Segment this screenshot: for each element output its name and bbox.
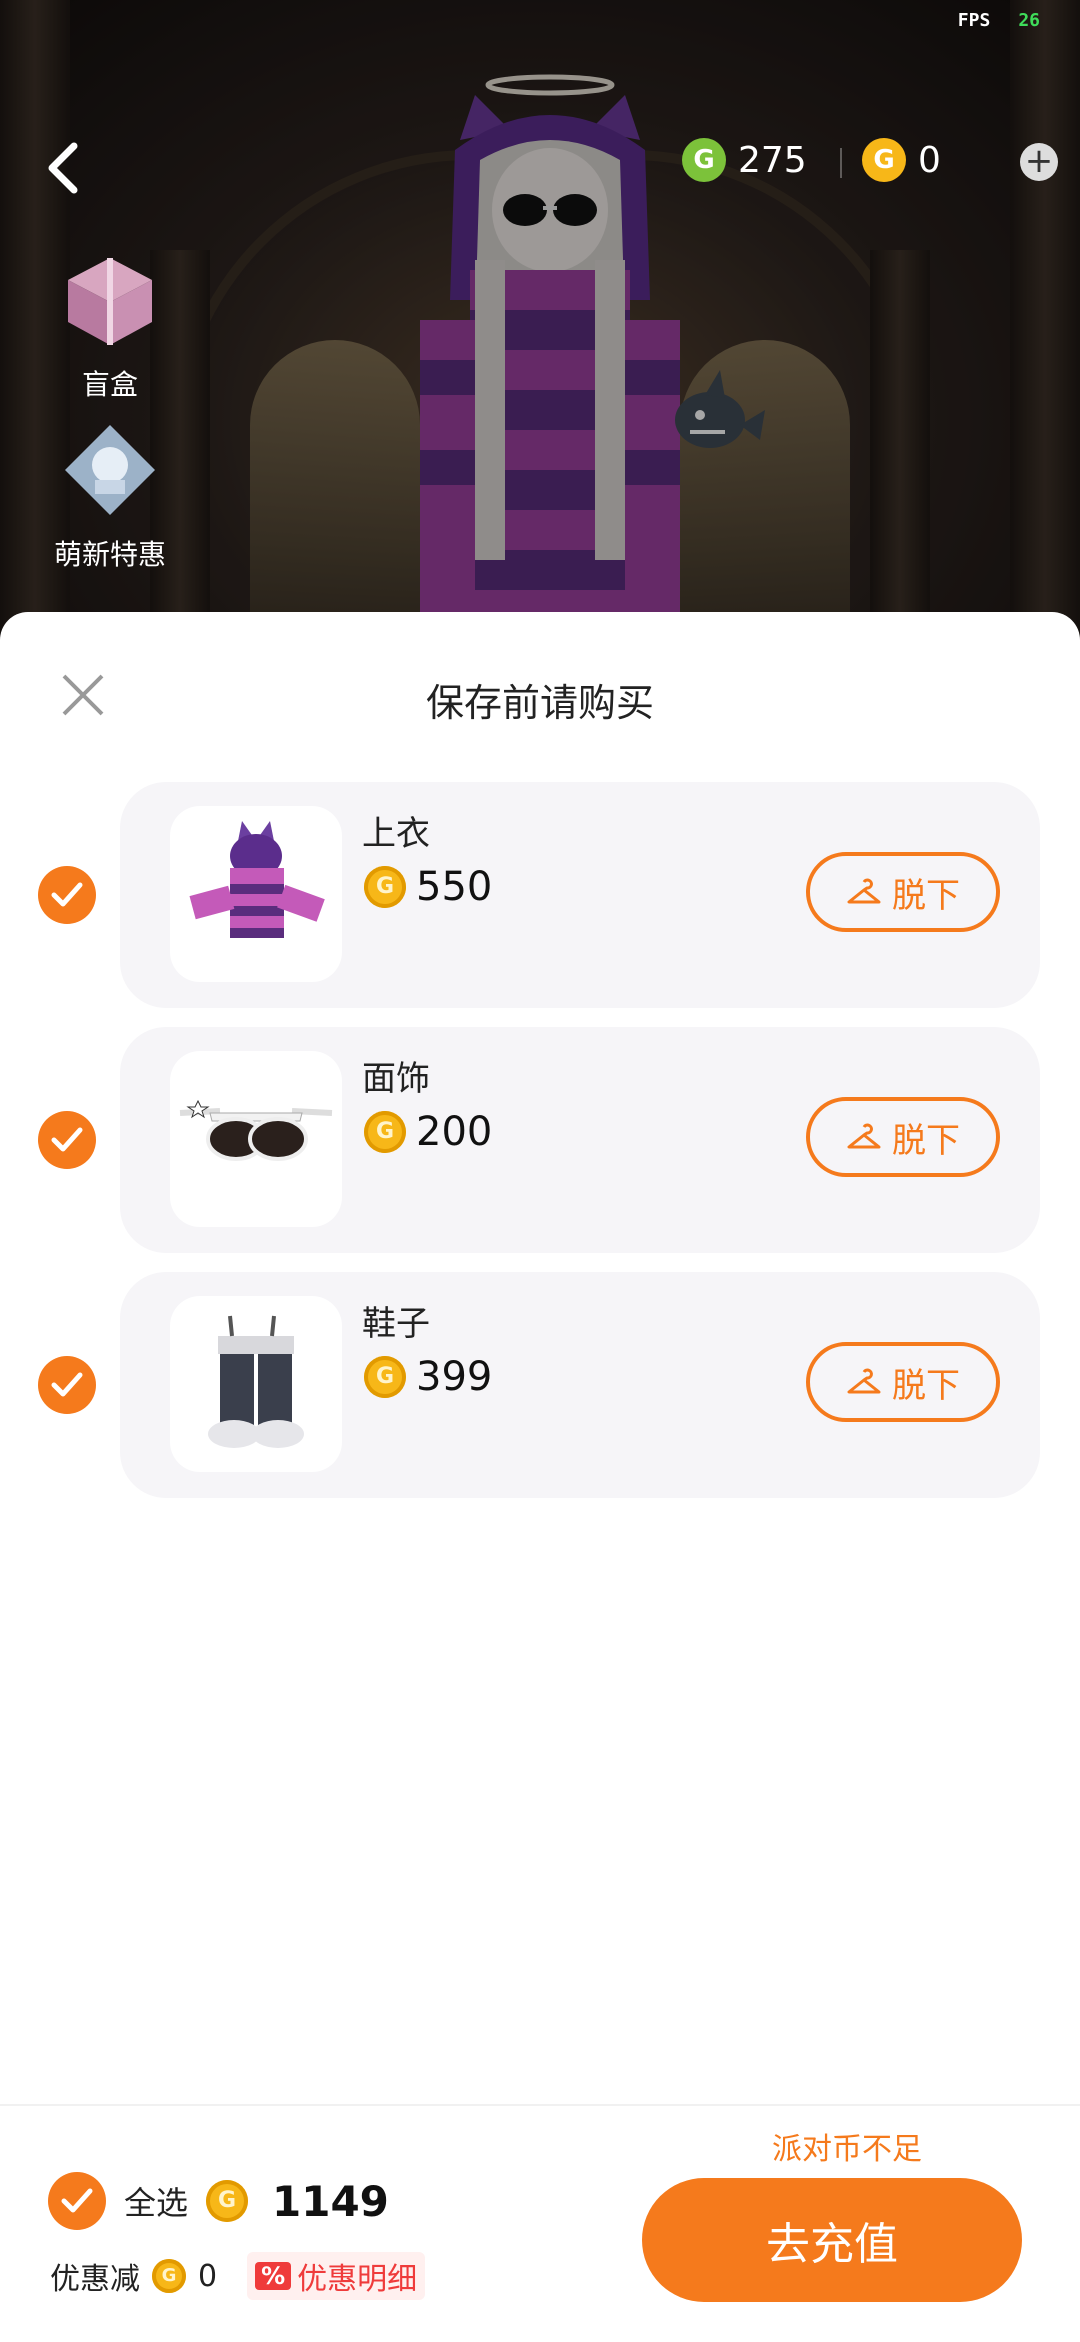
percent-badge-icon: % <box>255 2262 292 2290</box>
item-price-value: 200 <box>416 1109 493 1155</box>
item-thumbnail <box>170 806 342 982</box>
remove-button[interactable]: 脱下 <box>806 852 1000 932</box>
check-icon <box>51 1372 83 1397</box>
green-coin-icon: G <box>682 138 726 182</box>
item-price: 550 <box>364 864 492 910</box>
select-all-toggle[interactable]: 全选 1149 <box>48 2172 389 2230</box>
item-price-value: 550 <box>416 864 493 910</box>
purchase-sheet: 保存前请购买 上衣 G 550 脱下 面饰 G 200 脱下 鞋子 G 399 … <box>0 612 1080 2340</box>
list-item: 面饰 200 脱下 <box>0 1027 1080 1253</box>
back-icon[interactable] <box>38 138 86 198</box>
discount-value: 0 <box>198 2258 218 2294</box>
sunglasses-thumb <box>179 1099 333 1161</box>
check-icon <box>61 2188 93 2213</box>
check-icon <box>51 882 83 907</box>
hanger-icon <box>847 1123 881 1149</box>
item-name: 上衣 <box>362 814 430 854</box>
item-thumbnail <box>170 1296 342 1472</box>
coin-icon <box>364 866 406 908</box>
discount-label: 优惠减 <box>50 2262 140 2297</box>
sidebar-item-novice-offer[interactable]: 萌新特惠 <box>40 420 180 573</box>
list-item: 上衣 550 脱下 <box>0 782 1080 1008</box>
boots-thumb <box>208 1315 304 1448</box>
item-card: 面饰 200 脱下 <box>120 1027 1040 1253</box>
item-card: 上衣 550 脱下 <box>120 782 1040 1008</box>
item-thumbnail <box>170 1051 342 1227</box>
remove-button-label: 脱下 <box>892 1121 960 1160</box>
item-checkbox[interactable] <box>38 866 96 924</box>
select-all-checkbox[interactable] <box>48 2172 106 2230</box>
coin-icon <box>364 1111 406 1153</box>
hanger-icon <box>847 1368 881 1394</box>
remove-button[interactable]: 脱下 <box>806 1097 1000 1177</box>
gift-box-icon <box>68 258 152 345</box>
total-price: 1149 <box>272 2176 389 2226</box>
sidebar-item-label: 萌新特惠 <box>53 538 166 571</box>
list-item: 鞋子 399 脱下 <box>0 1272 1080 1498</box>
sidebar-item-label: 盲盒 <box>81 368 138 401</box>
coin-icon <box>206 2180 249 2222</box>
gold-currency-value: 0 <box>918 139 941 181</box>
hanger-icon <box>847 878 881 904</box>
item-checkbox[interactable] <box>38 1356 96 1414</box>
currency-divider <box>840 148 842 178</box>
checkout-footer: 派对币不足 全选 1149 优惠减 0 % 优惠明细 去充值 <box>0 2104 1080 2342</box>
discount-row: 优惠减 0 % 优惠明细 <box>50 2252 426 2300</box>
discount-detail-label: 优惠明细 <box>297 2262 418 2297</box>
sidebar-item-blindbox[interactable]: 盲盒 <box>40 250 180 403</box>
item-price-value: 399 <box>416 1354 493 1400</box>
discount-detail-link[interactable]: % 优惠明细 <box>247 2252 426 2300</box>
fps-indicator: FPS 26 <box>958 10 1040 31</box>
select-all-label: 全选 <box>124 2184 189 2222</box>
item-card: 鞋子 399 脱下 <box>120 1272 1040 1498</box>
green-currency: G 275 <box>682 138 807 182</box>
item-checkbox[interactable] <box>38 1111 96 1169</box>
fps-value: 26 <box>1018 10 1040 31</box>
remove-button-label: 脱下 <box>892 1366 960 1405</box>
novice-offer-icon <box>65 425 155 515</box>
item-price: 399 <box>364 1354 492 1400</box>
coin-icon <box>152 2259 186 2293</box>
coin-icon <box>364 1356 406 1398</box>
insufficient-balance-text: 派对币不足 <box>772 2132 922 2167</box>
item-name: 鞋子 <box>362 1304 430 1344</box>
add-currency-icon[interactable]: + <box>1020 143 1058 181</box>
fps-label: FPS <box>957 10 991 31</box>
green-currency-value: 275 <box>738 139 807 181</box>
remove-button-label: 脱下 <box>892 876 960 915</box>
recharge-button[interactable]: 去充值 <box>642 2178 1022 2302</box>
remove-button[interactable]: 脱下 <box>806 1342 1000 1422</box>
gold-coin-icon: G <box>862 138 906 182</box>
check-icon <box>51 1127 83 1152</box>
item-name: 面饰 <box>362 1059 430 1099</box>
gold-currency: G 0 <box>862 138 941 182</box>
sheet-title: 保存前请购买 <box>425 681 654 725</box>
item-price: 200 <box>364 1109 492 1155</box>
striped-hoodie-thumb <box>189 821 325 938</box>
